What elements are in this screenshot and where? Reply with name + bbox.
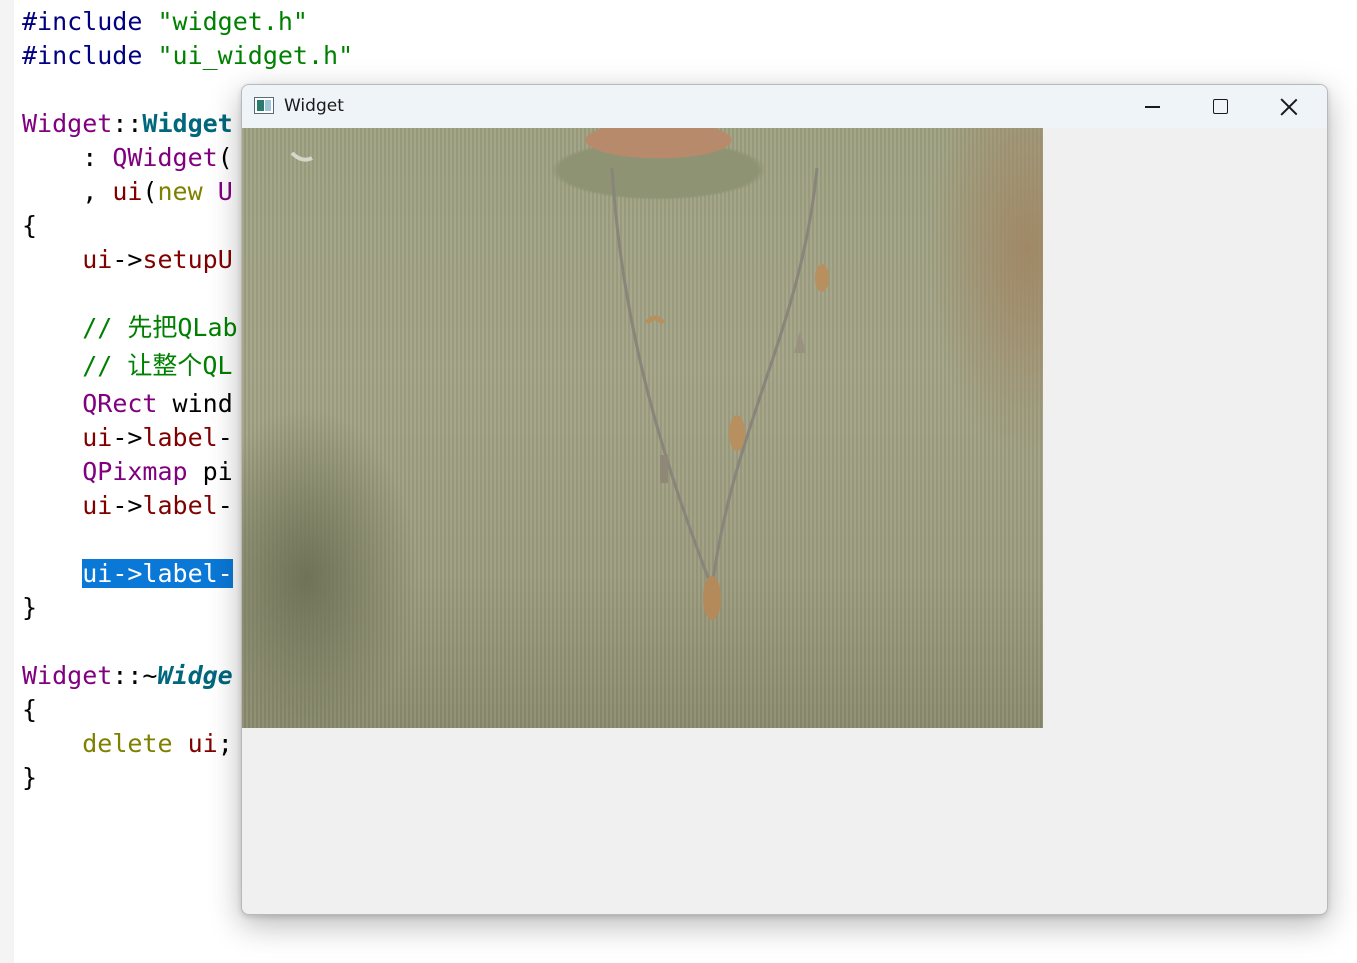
code-line[interactable]: // 让整个QL (22, 349, 232, 383)
code-token: delete (82, 729, 173, 758)
code-token: pi (187, 457, 233, 486)
code-token: QPixmap (82, 457, 188, 486)
code-token: wind (157, 389, 233, 418)
code-line[interactable]: ui->label- (22, 421, 233, 455)
code-line[interactable]: #include "ui_widget.h" (22, 39, 353, 73)
code-token: Widget (22, 109, 113, 138)
code-token: { (22, 695, 38, 724)
code-token: , (22, 177, 113, 206)
app-icon (254, 97, 274, 114)
code-token: :: (112, 109, 143, 138)
window-title: Widget (284, 96, 344, 116)
code-token: Widget (22, 661, 113, 690)
minimize-icon (1145, 106, 1160, 108)
maximize-button[interactable] (1186, 85, 1254, 128)
code-token: #include (22, 41, 158, 70)
code-token: -> (112, 491, 143, 520)
code-token: { (22, 211, 38, 240)
code-token: : (22, 143, 113, 172)
code-token: -> (112, 423, 143, 452)
minimize-button[interactable] (1118, 85, 1186, 128)
code-token: ui (82, 423, 113, 452)
code-line[interactable]: ui->label- (22, 557, 233, 591)
selected-code-text: ui->label- (82, 559, 233, 588)
code-token: // 让整个QL (22, 351, 233, 380)
code-line[interactable]: } (22, 761, 37, 795)
code-token: U (202, 177, 233, 206)
code-token: new (157, 177, 203, 206)
code-token: ui (112, 177, 143, 206)
code-line[interactable]: #include "widget.h" (22, 5, 308, 39)
code-token: } (22, 763, 38, 792)
code-token: label (142, 423, 218, 452)
code-token: ui (187, 729, 218, 758)
window-client-area (242, 128, 1327, 914)
maximize-icon (1213, 99, 1228, 114)
code-token: ; (217, 729, 233, 758)
code-line[interactable]: // 先把QLab (22, 311, 238, 345)
code-token: } (22, 593, 38, 622)
code-token: ui (82, 245, 113, 274)
code-line[interactable]: QRect wind (22, 387, 233, 421)
code-token: QWidget (112, 143, 218, 172)
code-token: ::~ (112, 661, 158, 690)
code-token: ui (82, 491, 113, 520)
code-line[interactable]: ui->label- (22, 489, 233, 523)
window-titlebar[interactable]: Widget (242, 85, 1327, 128)
code-token: Widget (142, 109, 233, 138)
code-line[interactable]: delete ui; (22, 727, 233, 761)
code-token: -> (112, 245, 143, 274)
code-token: - (217, 491, 233, 520)
code-line[interactable]: ui->setupU (22, 243, 233, 277)
image-label (242, 128, 1043, 728)
code-line[interactable]: { (22, 209, 37, 243)
code-line[interactable]: , ui(new U (22, 175, 233, 209)
code-token: Widge (157, 661, 233, 690)
widget-window[interactable]: Widget (241, 84, 1328, 915)
code-token: label (142, 491, 218, 520)
code-token: ( (217, 143, 233, 172)
code-token: #include (22, 7, 158, 36)
code-line[interactable]: : QWidget( (22, 141, 233, 175)
code-line[interactable]: } (22, 591, 37, 625)
code-line[interactable]: Widget::Widget (22, 107, 233, 141)
editor-gutter (0, 0, 14, 963)
code-token: // 先把QLab (22, 313, 238, 342)
code-line[interactable]: QPixmap pi (22, 455, 233, 489)
code-line[interactable]: Widget::~Widge (22, 659, 233, 693)
code-token: - (217, 423, 233, 452)
code-token: "widget.h" (157, 7, 308, 36)
close-icon (1280, 98, 1298, 116)
code-line[interactable]: { (22, 693, 37, 727)
code-token: setupU (142, 245, 233, 274)
close-button[interactable] (1254, 85, 1322, 128)
code-token: "ui_widget.h" (157, 41, 354, 70)
code-token: ( (142, 177, 158, 206)
necklace-illustration (290, 151, 829, 620)
code-token: QRect (82, 389, 158, 418)
